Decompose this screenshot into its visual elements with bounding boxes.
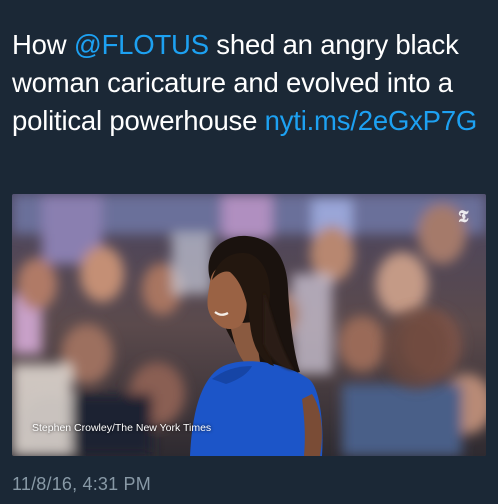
tweet-card[interactable]: How @FLOTUS shed an angry black woman ca… [0, 0, 498, 504]
tweet-text-start: How [12, 29, 74, 60]
tweet-text: How @FLOTUS shed an angry black woman ca… [12, 26, 486, 140]
photo-image [12, 194, 486, 456]
url-link[interactable]: nyti.ms/2eGxP7G [265, 105, 478, 136]
photo-credit: Stephen Crowley/The New York Times [32, 422, 212, 434]
mention-link[interactable]: @FLOTUS [74, 29, 209, 60]
tweet-timestamp[interactable]: 11/8/16, 4:31 PM [12, 474, 151, 495]
tweet-photo[interactable]: 𝕿 Stephen Crowley/The New York Times [12, 194, 486, 456]
nyt-logo-icon: 𝕿 [458, 207, 469, 227]
